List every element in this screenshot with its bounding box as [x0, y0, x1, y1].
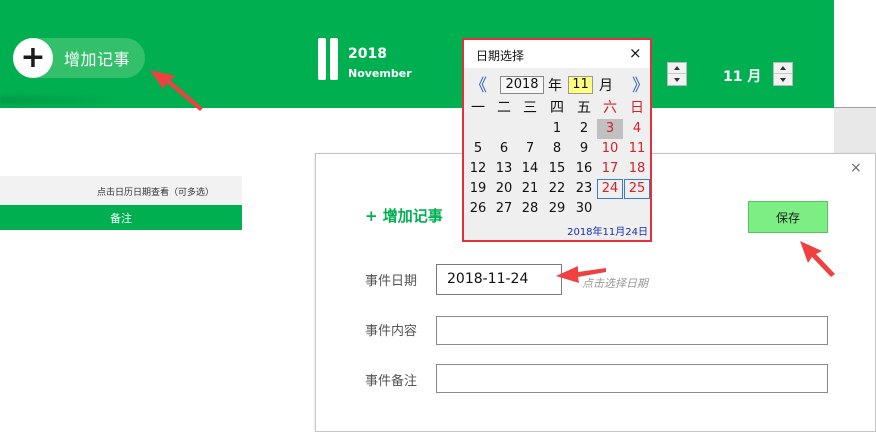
month-number-icon	[318, 38, 340, 80]
weekday-header: 二	[497, 100, 511, 116]
weekday-header: 五	[577, 100, 591, 116]
header-month-name: November	[348, 67, 412, 80]
calendar-day[interactable]: 6	[491, 139, 517, 159]
event-date-label: 事件日期	[365, 274, 418, 289]
calendar-day[interactable]: 11	[624, 139, 650, 159]
calendar-day[interactable]: 16	[571, 159, 597, 179]
event-date-field[interactable]: 2018-11-24	[436, 264, 562, 295]
add-note-button[interactable]: + 增加记事	[13, 38, 145, 78]
calendar-day[interactable]: 21	[517, 179, 543, 199]
event-content-label: 事件内容	[365, 324, 418, 339]
event-date-hint: 点击选择日期	[582, 277, 648, 290]
save-button[interactable]: 保存	[748, 201, 828, 233]
header-edge	[834, 0, 876, 108]
calendar-day[interactable]: 22	[544, 179, 570, 199]
calendar-day[interactable]: 3	[597, 119, 623, 139]
calendar-day[interactable]: 15	[544, 159, 570, 179]
month-suffix: 月	[599, 78, 613, 94]
header-shadow	[0, 96, 120, 104]
calendar-day[interactable]: 19	[465, 179, 491, 199]
calendar-day[interactable]: 8	[544, 139, 570, 159]
dialog-title: + 增加记事	[365, 207, 443, 225]
plus-icon: +	[13, 38, 53, 78]
next-month-icon[interactable]: 》	[632, 71, 649, 96]
calendar-day[interactable]: 2	[571, 119, 597, 139]
note-column-header: 备注	[0, 205, 242, 230]
calendar-day[interactable]: 25	[624, 179, 650, 199]
dialog-close-icon[interactable]: ×	[850, 160, 862, 176]
date-picker-titlebar: 日期选择 ×	[464, 40, 650, 68]
calendar-day[interactable]: 7	[517, 139, 543, 159]
calendar-day[interactable]: 24	[597, 179, 623, 199]
calendar-day[interactable]: 18	[624, 159, 650, 179]
spinner-up-icon[interactable]	[668, 63, 686, 74]
calendar-year-field[interactable]: 2018	[500, 76, 544, 94]
weekday-header: 六	[603, 100, 617, 116]
calendar-day[interactable]: 12	[465, 159, 491, 179]
spinner-up-icon[interactable]	[774, 63, 792, 74]
calendar-day[interactable]: 1	[544, 119, 570, 139]
weekday-header: 三	[523, 100, 537, 116]
calendar-hint-bar: 点击日历日期查看（可多选）	[0, 176, 242, 205]
calendar-day[interactable]: 26	[465, 199, 491, 219]
calendar-day[interactable]: 17	[597, 159, 623, 179]
calendar-day[interactable]: 20	[491, 179, 517, 199]
weekday-header: 日	[630, 100, 644, 116]
calendar-hint-text: 点击日历日期查看（可多选）	[96, 188, 214, 198]
month-spinner[interactable]	[773, 62, 793, 86]
calendar-day[interactable]: 4	[624, 119, 650, 139]
add-note-label: 增加记事	[64, 50, 131, 69]
date-picker-popup: 日期选择 × 《 2018 年 11 月 》 一二三四五六日1234567891…	[462, 38, 652, 242]
calendar-day[interactable]: 14	[517, 159, 543, 179]
header-year: 2018	[348, 46, 387, 62]
calendar-day[interactable]: 13	[491, 159, 517, 179]
prev-month-icon[interactable]: 《	[470, 71, 487, 96]
calendar-day[interactable]: 9	[571, 139, 597, 159]
spinner-down-icon[interactable]	[668, 74, 686, 85]
spinner-down-icon[interactable]	[774, 74, 792, 85]
calendar-day[interactable]: 23	[571, 179, 597, 199]
event-content-field[interactable]	[436, 316, 828, 345]
header-month-label: 11 月	[723, 69, 762, 85]
calendar-day[interactable]: 10	[597, 139, 623, 159]
calendar-day[interactable]: 28	[517, 199, 543, 219]
date-picker-title: 日期选择	[476, 49, 525, 63]
date-picker-close-icon[interactable]: ×	[629, 44, 642, 62]
selected-date-footer: 2018年11月24日	[567, 227, 648, 238]
calendar-month-field[interactable]: 11	[568, 76, 593, 94]
event-remark-label: 事件备注	[365, 374, 418, 389]
year-spinner[interactable]	[667, 62, 687, 86]
weekday-header: 一	[471, 100, 485, 116]
calendar-day[interactable]: 29	[544, 199, 570, 219]
weekday-header: 四	[550, 100, 564, 116]
event-remark-field[interactable]	[436, 364, 828, 393]
calendar-day[interactable]: 5	[465, 139, 491, 159]
calendar-day[interactable]: 30	[571, 199, 597, 219]
calendar-day[interactable]: 27	[491, 199, 517, 219]
year-suffix: 年	[548, 78, 562, 94]
